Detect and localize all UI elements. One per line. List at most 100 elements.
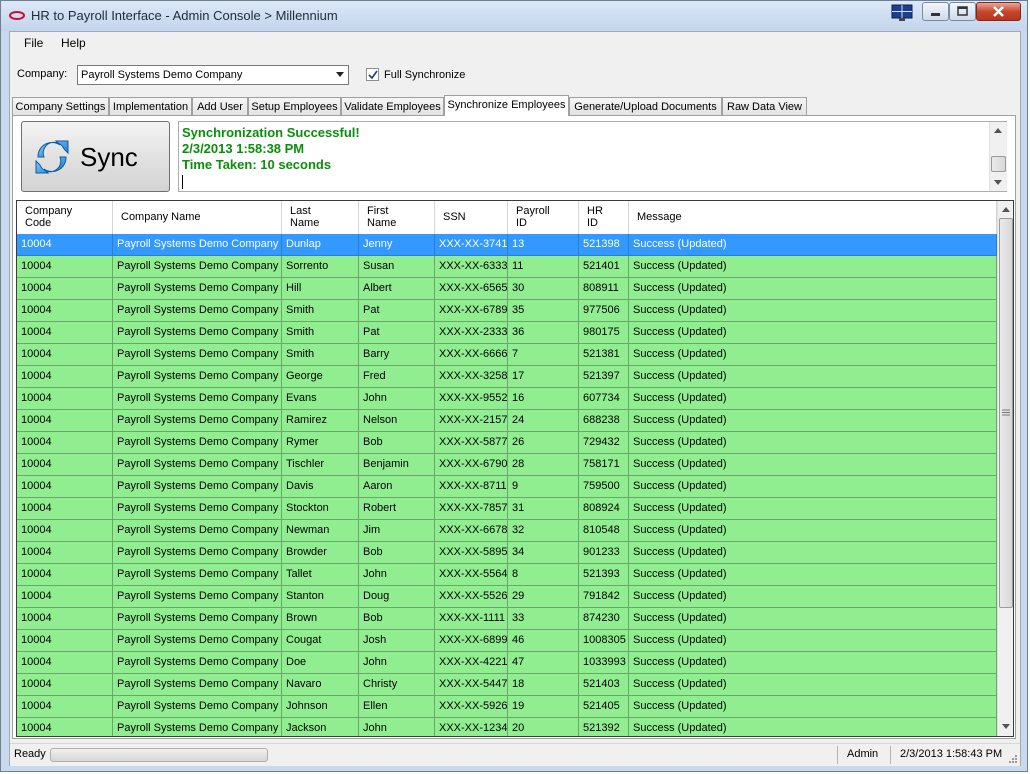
cell-company-code[interactable]: 10004 xyxy=(17,608,113,630)
cell-ssn[interactable]: XXX-XX-6790 xyxy=(435,454,508,476)
cell-last-name[interactable]: Tischler xyxy=(282,454,359,476)
cell-company-name[interactable]: Payroll Systems Demo Company 4 xyxy=(113,234,282,256)
cell-message[interactable]: Success (Updated) xyxy=(629,476,997,498)
maximize-button[interactable] xyxy=(949,2,976,21)
cell-hr-id[interactable]: 1033993 xyxy=(579,652,629,674)
cell-ssn[interactable]: XXX-XX-5895 xyxy=(435,542,508,564)
table-row[interactable]: 10004 Payroll Systems Demo Company 4 Evans… xyxy=(17,388,997,410)
grid-scrollbar[interactable] xyxy=(997,201,1013,736)
cell-company-name[interactable]: Payroll Systems Demo Company 4 xyxy=(113,454,282,476)
cell-ssn[interactable]: XXX-XX-2333 xyxy=(435,322,508,344)
cell-hr-id[interactable]: 977506 xyxy=(579,300,629,322)
cell-company-code[interactable]: 10004 xyxy=(17,476,113,498)
cell-payroll-id[interactable]: 11 xyxy=(508,256,579,278)
tab-add-user[interactable]: Add User xyxy=(192,97,248,115)
cell-company-code[interactable]: 10004 xyxy=(17,300,113,322)
table-row[interactable]: 10004 Payroll Systems Demo Company 4 Smith… xyxy=(17,322,997,344)
tab-setup-employees[interactable]: Setup Employees xyxy=(248,97,341,115)
table-row[interactable]: 10004 Payroll Systems Demo Company 4 Sorre… xyxy=(17,256,997,278)
cell-payroll-id[interactable]: 32 xyxy=(508,520,579,542)
cell-company-name[interactable]: Payroll Systems Demo Company 4 xyxy=(113,542,282,564)
cell-payroll-id[interactable]: 28 xyxy=(508,454,579,476)
cell-company-code[interactable]: 10004 xyxy=(17,652,113,674)
cell-ssn[interactable]: XXX-XX-9552 xyxy=(435,388,508,410)
cell-company-code[interactable]: 10004 xyxy=(17,674,113,696)
cell-company-code[interactable]: 10004 xyxy=(17,498,113,520)
table-row[interactable]: 10004 Payroll Systems Demo Company 4 Doe Jo… xyxy=(17,652,997,674)
title-bar[interactable]: HR to Payroll Interface - Admin Console … xyxy=(1,1,1027,31)
cell-company-name[interactable]: Payroll Systems Demo Company 4 xyxy=(113,388,282,410)
cell-ssn[interactable]: XXX-XX-4221 xyxy=(435,652,508,674)
table-row[interactable]: 10004 Payroll Systems Demo Company 4 Brown… xyxy=(17,608,997,630)
cell-message[interactable]: Success (Updated) xyxy=(629,366,997,388)
cell-first-name[interactable]: Ellen xyxy=(359,696,435,718)
cell-message[interactable]: Success (Updated) xyxy=(629,498,997,520)
cell-ssn[interactable]: XXX-XX-5926 xyxy=(435,696,508,718)
cell-hr-id[interactable]: 758171 xyxy=(579,454,629,476)
cell-payroll-id[interactable]: 35 xyxy=(508,300,579,322)
table-row[interactable]: 10004 Payroll Systems Demo Company 4 Davis… xyxy=(17,476,997,498)
cell-company-name[interactable]: Payroll Systems Demo Company 4 xyxy=(113,630,282,652)
cell-message[interactable]: Success (Updated) xyxy=(629,608,997,630)
cell-message[interactable]: Success (Updated) xyxy=(629,542,997,564)
cell-first-name[interactable]: Bob xyxy=(359,608,435,630)
cell-company-name[interactable]: Payroll Systems Demo Company 4 xyxy=(113,366,282,388)
cell-payroll-id[interactable]: 17 xyxy=(508,366,579,388)
cell-ssn[interactable]: XXX-XX-8711 xyxy=(435,476,508,498)
cell-payroll-id[interactable]: 34 xyxy=(508,542,579,564)
cell-company-code[interactable]: 10004 xyxy=(17,520,113,542)
cell-hr-id[interactable]: 980175 xyxy=(579,322,629,344)
table-row[interactable]: 10004 Payroll Systems Demo Company 4 Jacks… xyxy=(17,718,997,736)
tab-company-settings[interactable]: Company Settings xyxy=(12,97,109,115)
cell-last-name[interactable]: Newman xyxy=(282,520,359,542)
cell-message[interactable]: Success (Updated) xyxy=(629,520,997,542)
cell-first-name[interactable]: John xyxy=(359,718,435,736)
cell-last-name[interactable]: Stockton xyxy=(282,498,359,520)
cell-ssn[interactable]: XXX-XX-6565 xyxy=(435,278,508,300)
tab-validate-employees[interactable]: Validate Employees xyxy=(341,97,444,115)
cell-message[interactable]: Success (Updated) xyxy=(629,410,997,432)
cell-last-name[interactable]: Tallet xyxy=(282,564,359,586)
full-sync-checkbox[interactable] xyxy=(366,68,379,81)
cell-hr-id[interactable]: 688238 xyxy=(579,410,629,432)
cell-first-name[interactable]: Josh xyxy=(359,630,435,652)
table-row[interactable]: 10004 Payroll Systems Demo Company 4 Couga… xyxy=(17,630,997,652)
cell-first-name[interactable]: Pat xyxy=(359,322,435,344)
cell-message[interactable]: Success (Updated) xyxy=(629,432,997,454)
cell-payroll-id[interactable]: 19 xyxy=(508,696,579,718)
table-row[interactable]: 10004 Payroll Systems Demo Company 4 Tisch… xyxy=(17,454,997,476)
table-row[interactable]: 10004 Payroll Systems Demo Company 4 Stock… xyxy=(17,498,997,520)
cell-first-name[interactable]: Nelson xyxy=(359,410,435,432)
cell-hr-id[interactable]: 521405 xyxy=(579,696,629,718)
cell-first-name[interactable]: Albert xyxy=(359,278,435,300)
cell-message[interactable]: Success (Updated) xyxy=(629,322,997,344)
cell-hr-id[interactable]: 607734 xyxy=(579,388,629,410)
cell-payroll-id[interactable]: 18 xyxy=(508,674,579,696)
cell-message[interactable]: Success (Updated) xyxy=(629,454,997,476)
cell-company-name[interactable]: Payroll Systems Demo Company 4 xyxy=(113,520,282,542)
cell-first-name[interactable]: John xyxy=(359,564,435,586)
cell-last-name[interactable]: Jackson xyxy=(282,718,359,736)
cell-last-name[interactable]: Browder xyxy=(282,542,359,564)
cell-company-name[interactable]: Payroll Systems Demo Company 4 xyxy=(113,696,282,718)
cell-payroll-id[interactable]: 13 xyxy=(508,234,579,256)
cell-last-name[interactable]: Smith xyxy=(282,300,359,322)
cell-company-name[interactable]: Payroll Systems Demo Company 4 xyxy=(113,476,282,498)
tab-synchronize-employees[interactable]: Synchronize Employees xyxy=(444,95,569,116)
cell-company-code[interactable]: 10004 xyxy=(17,630,113,652)
cell-first-name[interactable]: Benjamin xyxy=(359,454,435,476)
cell-hr-id[interactable]: 521381 xyxy=(579,344,629,366)
cell-company-code[interactable]: 10004 xyxy=(17,696,113,718)
scroll-down-icon[interactable] xyxy=(994,180,1002,185)
cell-payroll-id[interactable]: 20 xyxy=(508,718,579,736)
cell-payroll-id[interactable]: 24 xyxy=(508,410,579,432)
cell-last-name[interactable]: Brown xyxy=(282,608,359,630)
cell-last-name[interactable]: Dunlap xyxy=(282,234,359,256)
cell-company-name[interactable]: Payroll Systems Demo Company 4 xyxy=(113,652,282,674)
cell-last-name[interactable]: Davis xyxy=(282,476,359,498)
cell-ssn[interactable]: XXX-XX-5564 xyxy=(435,564,508,586)
cell-last-name[interactable]: Rymer xyxy=(282,432,359,454)
cell-last-name[interactable]: Sorrento xyxy=(282,256,359,278)
cell-hr-id[interactable]: 521398 xyxy=(579,234,629,256)
cell-ssn[interactable]: XXX-XX-5526 xyxy=(435,586,508,608)
